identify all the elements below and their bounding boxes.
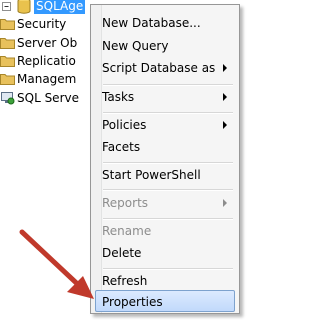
menu-item-delete[interactable]: Delete [95, 242, 235, 264]
menu-item-new-database[interactable]: New Database... [95, 12, 235, 34]
tree-item-label: Managem [17, 72, 77, 86]
tree-root-label[interactable]: SQLAge [34, 0, 86, 14]
submenu-arrow-icon [223, 93, 227, 101]
tree-item-management[interactable]: Managem [0, 70, 100, 88]
tree-item-security[interactable]: Security [0, 15, 100, 33]
menu-item-start-powershell[interactable]: Start PowerShell [95, 164, 235, 186]
object-explorer-tree: SQLAge Security Server Ob Replicatio Man… [0, 0, 100, 320]
menu-item-label: Reports [102, 196, 149, 210]
menu-item-label: New Query [102, 39, 169, 53]
menu-item-label: Tasks [102, 90, 135, 104]
tree-root-row[interactable]: SQLAge [0, 0, 100, 15]
submenu-arrow-icon [223, 64, 227, 72]
tree-item-server-objects[interactable]: Server Ob [0, 34, 100, 52]
folder-icon [0, 38, 15, 49]
tree-item-label: Server Ob [17, 36, 78, 50]
menu-separator [103, 189, 233, 191]
submenu-arrow-icon [223, 121, 227, 129]
menu-item-label: Delete [102, 246, 142, 260]
tree-item-replication[interactable]: Replicatio [0, 52, 100, 70]
tree-item-sql-server-agent[interactable]: SQL Serve [0, 89, 100, 107]
sql-agent-icon [1, 92, 15, 105]
menu-item-label: Policies [102, 118, 147, 132]
menu-item-label: Facets [102, 140, 141, 154]
folder-icon [0, 19, 15, 30]
menu-item-script-database-as[interactable]: Script Database as [95, 57, 235, 79]
menu-item-new-query[interactable]: New Query [95, 35, 235, 57]
submenu-arrow-icon [223, 199, 227, 207]
menu-item-label: Start PowerShell [102, 168, 201, 182]
menu-item-label: Script Database as [102, 61, 216, 75]
menu-item-label: Refresh [102, 274, 148, 288]
folder-icon [0, 74, 15, 85]
menu-item-tasks[interactable]: Tasks [95, 86, 235, 108]
tree-item-label: Security [17, 17, 67, 31]
menu-item-label: Rename [102, 224, 152, 238]
minus-expander-icon[interactable] [2, 0, 12, 12]
menu-item-properties[interactable]: Properties [95, 290, 235, 312]
menu-item-refresh[interactable]: Refresh [95, 270, 235, 292]
menu-item-facets[interactable]: Facets [95, 136, 235, 158]
tree-item-label: SQL Serve [17, 91, 79, 105]
menu-item-label: New Database... [102, 16, 201, 30]
tree-item-label: Replicatio [17, 54, 76, 68]
context-menu: New Database... New Query Script Databas… [90, 4, 240, 314]
menu-item-rename[interactable]: Rename [95, 220, 235, 242]
database-icon [17, 0, 31, 14]
folder-icon [0, 56, 15, 67]
menu-item-reports[interactable]: Reports [95, 192, 235, 214]
menu-item-label: Properties [102, 295, 163, 309]
menu-item-policies[interactable]: Policies [95, 114, 235, 136]
